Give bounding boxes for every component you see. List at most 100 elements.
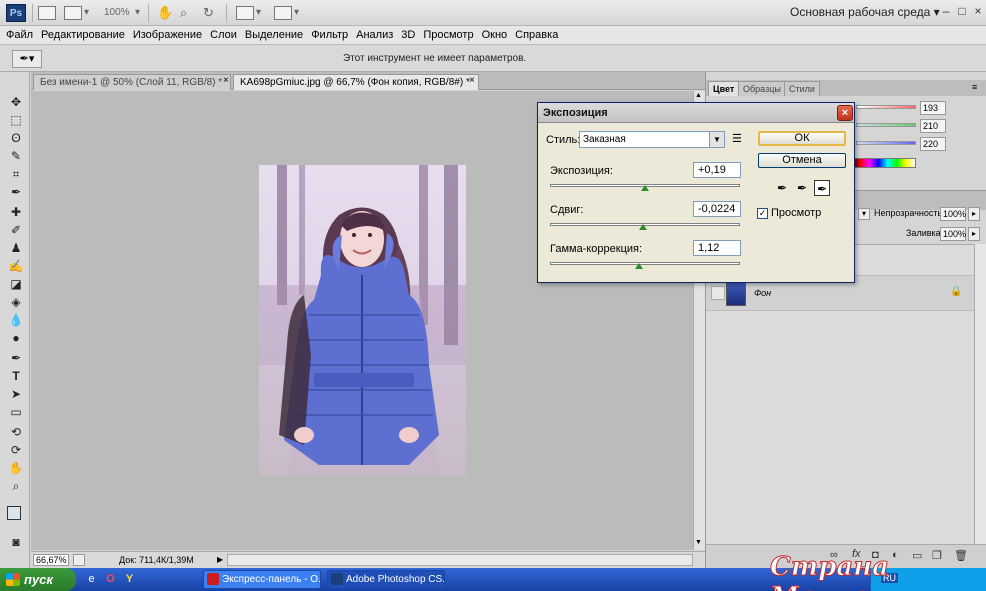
opacity-field[interactable]: 100% bbox=[940, 207, 966, 221]
gamma-slider-thumb[interactable] bbox=[635, 263, 644, 269]
red-value[interactable]: 193 bbox=[920, 101, 946, 115]
offset-slider-thumb[interactable] bbox=[639, 224, 648, 230]
tab-untitled-1[interactable]: Без имени-1 @ 50% (Слой 11, RGB/8) * bbox=[33, 74, 231, 90]
exposure-field[interactable]: +0,19 bbox=[693, 162, 741, 178]
gamma-field[interactable]: 1,12 bbox=[693, 240, 741, 256]
blend-mode-dropdown[interactable]: ▾ bbox=[858, 208, 870, 220]
menu-file[interactable]: Файл bbox=[6, 29, 33, 41]
close-icon[interactable]: × bbox=[970, 3, 986, 19]
tab-ka698pgmiuc[interactable]: KA698pGmiuc.jpg @ 66,7% (Фон копия, RGB/… bbox=[233, 74, 479, 90]
tab-color[interactable]: Цвет bbox=[708, 81, 740, 96]
blue-slider[interactable] bbox=[856, 141, 916, 145]
view-extras-icon[interactable]: ▾ bbox=[64, 4, 89, 22]
menu-view[interactable]: Просмотр bbox=[423, 29, 473, 41]
scroll-up-icon[interactable]: ▲ bbox=[695, 92, 702, 99]
blue-value[interactable]: 220 bbox=[920, 137, 946, 151]
black-point-eyedropper-icon[interactable]: ✒ bbox=[774, 180, 790, 196]
canvas-horizontal-scrollbar[interactable] bbox=[227, 554, 693, 566]
ok-button[interactable]: ОК bbox=[758, 131, 846, 146]
status-info-icon[interactable] bbox=[73, 554, 85, 566]
fill-field[interactable]: 100% bbox=[940, 227, 966, 241]
menu-select[interactable]: Выделение bbox=[245, 29, 303, 41]
move-tool-icon[interactable]: ✥ bbox=[8, 94, 24, 110]
crop-tool-icon[interactable]: ⌗ bbox=[8, 166, 24, 182]
rectangle-tool-icon[interactable]: ▭ bbox=[8, 404, 24, 420]
fill-slider-button[interactable]: ▸ bbox=[968, 227, 980, 241]
minimize-icon[interactable]: – bbox=[938, 3, 954, 19]
menu-edit[interactable]: Редактирование bbox=[41, 29, 125, 41]
exposure-slider-thumb[interactable] bbox=[641, 185, 649, 191]
quick-mask-icon[interactable]: ◙ bbox=[8, 534, 24, 550]
quick-selection-tool-icon[interactable]: ✎ bbox=[8, 148, 24, 164]
cancel-button[interactable]: Отмена bbox=[758, 153, 846, 168]
preview-checkbox[interactable]: ✓ bbox=[757, 208, 768, 219]
preset-options-icon[interactable]: ☰ bbox=[732, 132, 742, 145]
dodge-tool-icon[interactable]: ● bbox=[8, 330, 24, 346]
foreground-color-swatch[interactable] bbox=[7, 506, 21, 520]
dialog-title-bar[interactable]: Экспозиция × bbox=[538, 103, 854, 123]
3d-orbit-tool-icon[interactable]: ⟳ bbox=[8, 442, 24, 458]
zoom-tool-icon[interactable]: ⌕ bbox=[8, 478, 24, 494]
type-tool-icon[interactable]: T bbox=[8, 368, 24, 384]
zoom-level-display[interactable]: 100% bbox=[104, 4, 130, 22]
healing-brush-tool-icon[interactable]: ✚ bbox=[8, 204, 24, 220]
hand-tool-icon[interactable]: ✋ bbox=[157, 4, 173, 22]
tab-close-icon[interactable]: × bbox=[469, 75, 475, 86]
menu-analysis[interactable]: Анализ bbox=[356, 29, 393, 41]
yandex-icon[interactable]: Y bbox=[122, 572, 137, 587]
eyedropper-tool-icon[interactable]: ✒ bbox=[8, 184, 24, 200]
task-adobe-photoshop[interactable]: Adobe Photoshop CS... bbox=[327, 570, 445, 589]
green-value[interactable]: 210 bbox=[920, 119, 946, 133]
rotate-view-icon[interactable]: ↻ bbox=[203, 4, 214, 22]
arrange-documents-icon[interactable]: ▾ bbox=[236, 4, 261, 22]
menu-help[interactable]: Справка bbox=[515, 29, 558, 41]
tab-styles[interactable]: Стили bbox=[784, 81, 820, 96]
marquee-tool-icon[interactable]: ⬚ bbox=[8, 112, 24, 128]
menu-window[interactable]: Окно bbox=[482, 29, 508, 41]
white-point-eyedropper-icon[interactable]: ✒ bbox=[814, 180, 830, 196]
color-spectrum-ramp[interactable] bbox=[850, 158, 916, 168]
workspace-switcher[interactable]: Основная рабочая среда ▾ bbox=[790, 5, 940, 19]
maximize-icon[interactable]: □ bbox=[954, 3, 970, 19]
ie-icon[interactable]: e bbox=[84, 572, 99, 587]
start-button[interactable]: пуск bbox=[0, 568, 76, 591]
tab-close-icon[interactable]: × bbox=[223, 75, 229, 86]
opacity-slider-button[interactable]: ▸ bbox=[968, 207, 980, 221]
hand-tool-icon[interactable]: ✋ bbox=[8, 460, 24, 476]
history-brush-tool-icon[interactable]: ✍ bbox=[8, 258, 24, 274]
eyedropper-tool-preset-icon[interactable]: ✒▾ bbox=[12, 50, 42, 68]
scroll-down-icon[interactable]: ▼ bbox=[695, 539, 702, 546]
layer-visibility-icon[interactable] bbox=[711, 286, 725, 300]
gray-point-eyedropper-icon[interactable]: ✒ bbox=[794, 180, 810, 196]
zoom-tool-icon[interactable]: ⌕ bbox=[180, 4, 187, 22]
offset-field[interactable]: -0,0224 bbox=[693, 201, 741, 217]
tab-swatches[interactable]: Образцы bbox=[738, 81, 786, 96]
panel-menu-icon[interactable]: ≡ bbox=[972, 82, 977, 92]
eraser-tool-icon[interactable]: ◪ bbox=[8, 276, 24, 292]
bridge-icon[interactable] bbox=[38, 4, 58, 22]
pen-tool-icon[interactable]: ✒ bbox=[8, 350, 24, 366]
lasso-tool-icon[interactable]: ʘ bbox=[8, 130, 24, 146]
screen-mode-icon[interactable]: ▾ bbox=[274, 4, 299, 22]
path-selection-tool-icon[interactable]: ➤ bbox=[8, 386, 24, 402]
blur-tool-icon[interactable]: 💧 bbox=[8, 312, 24, 328]
menu-image[interactable]: Изображение bbox=[133, 29, 202, 41]
status-menu-icon[interactable]: ▶ bbox=[217, 555, 223, 564]
3d-rotate-tool-icon[interactable]: ⟲ bbox=[8, 424, 24, 440]
zoom-field[interactable]: 66,67% bbox=[33, 554, 69, 566]
dialog-close-icon[interactable]: × bbox=[837, 105, 853, 121]
menu-3d[interactable]: 3D bbox=[401, 29, 415, 41]
chevron-down-icon[interactable]: ▾ bbox=[135, 4, 140, 22]
task-opera-express-panel[interactable]: Экспресс-панель - О... bbox=[203, 570, 321, 589]
style-dropdown[interactable]: Заказная ▼ bbox=[579, 131, 725, 148]
layers-scrollbar[interactable] bbox=[974, 244, 986, 544]
paint-bucket-tool-icon[interactable]: ◈ bbox=[8, 294, 24, 310]
red-slider[interactable] bbox=[856, 105, 916, 109]
brush-tool-icon[interactable]: ✐ bbox=[8, 222, 24, 238]
menu-filter[interactable]: Фильтр bbox=[311, 29, 348, 41]
menu-layers[interactable]: Слои bbox=[210, 29, 237, 41]
green-slider[interactable] bbox=[856, 123, 916, 127]
gamma-slider[interactable] bbox=[550, 262, 740, 265]
clone-stamp-tool-icon[interactable]: ♟ bbox=[8, 240, 24, 256]
opera-icon[interactable]: O bbox=[103, 572, 118, 587]
